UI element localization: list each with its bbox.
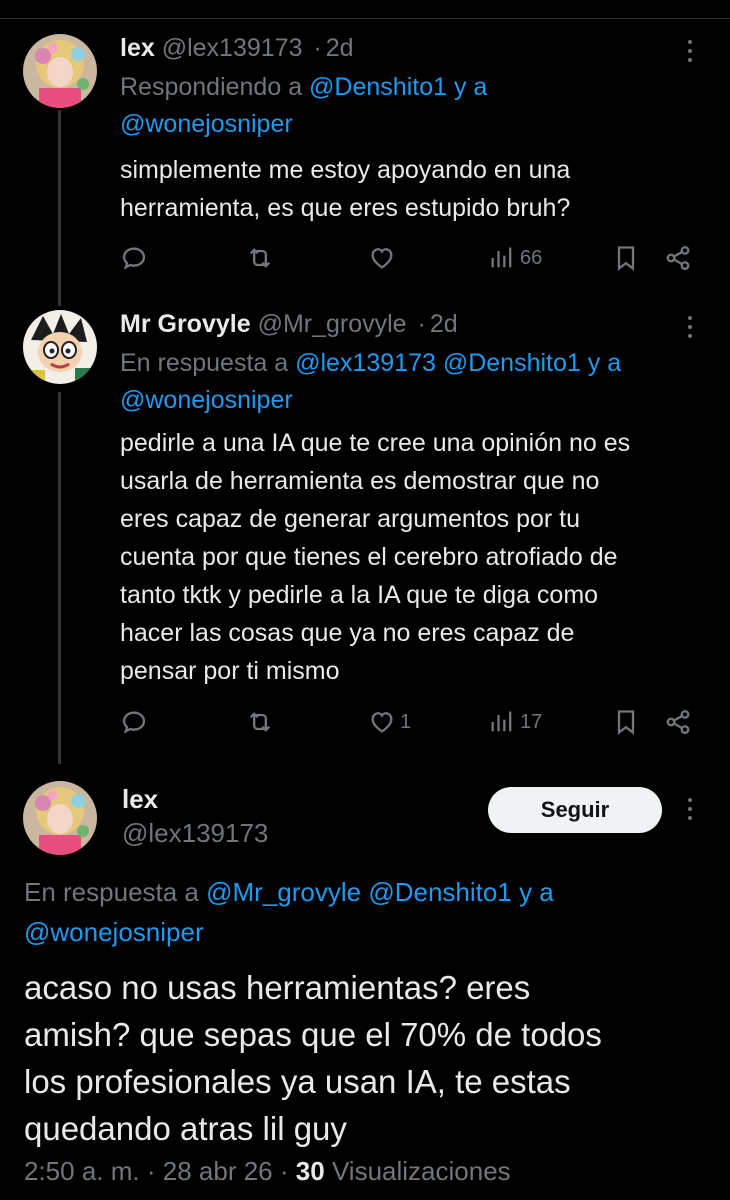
tweet-text: simplemente me estoy apoyando en una her…	[120, 151, 700, 227]
views-label[interactable]: Visualizaciones	[332, 1156, 511, 1186]
bookmark-icon	[617, 710, 635, 735]
reply-context: En respuesta a @lex139173 @Denshito1 y a…	[120, 345, 700, 419]
mention-link[interactable]: @Mr_grovyle	[206, 877, 361, 907]
tweet-text-line: los profesionales ya usan IA, te estas	[24, 1063, 571, 1100]
mention-link[interactable]: @wonejosniper	[120, 110, 293, 138]
more-icon[interactable]	[686, 798, 694, 824]
views-count: 66	[520, 246, 543, 269]
tweet-text-line: simplemente me estoy apoyando en una	[120, 156, 571, 184]
timestamp[interactable]: 2d	[430, 310, 458, 338]
repost-button[interactable]	[246, 244, 274, 272]
follow-button[interactable]: Seguir	[488, 787, 662, 833]
tweet-header: Mr Grovyle @Mr_grovyle · 2d	[120, 310, 458, 339]
reply-icon	[122, 247, 146, 270]
share-button[interactable]	[664, 244, 692, 272]
mention-joiner: y a	[453, 73, 488, 101]
author-name[interactable]: lex	[122, 784, 158, 815]
reply-prefix: En respuesta a	[24, 877, 199, 907]
author-name[interactable]: lex	[120, 34, 155, 62]
bookmark-button[interactable]	[612, 244, 640, 272]
reply-context: Respondiendo a @Denshito1 y a @wonejosni…	[120, 69, 680, 143]
bookmark-icon	[617, 246, 635, 271]
tweet-text-line: hacer las cosas que ya no eres capaz de	[120, 619, 575, 647]
tweet-text: pedirle a una IA que te cree una opinión…	[120, 424, 710, 690]
more-icon[interactable]	[686, 316, 694, 342]
views-total[interactable]: 30	[296, 1156, 325, 1186]
like-button[interactable]	[368, 244, 396, 272]
views-button[interactable]: 17	[488, 708, 542, 736]
thread-line	[58, 392, 61, 764]
separator: ·	[313, 34, 322, 62]
timestamp[interactable]: 2d	[326, 34, 354, 62]
reply-context: En respuesta a @Mr_grovyle @Denshito1 y …	[24, 872, 704, 952]
tweet-text-line: acaso no usas herramientas? eres	[24, 969, 531, 1006]
mention-joiner: y a	[519, 877, 554, 907]
tweet-header: lex @lex139173 · 2d	[120, 34, 354, 63]
repost-icon	[249, 712, 271, 732]
separator: ·	[417, 310, 426, 338]
mention-link[interactable]: @wonejosniper	[24, 917, 204, 947]
views-icon	[491, 711, 512, 732]
tweet-text-line: pensar por ti mismo	[120, 657, 340, 685]
likes-count: 1	[400, 710, 412, 733]
share-button[interactable]	[664, 708, 692, 736]
views-count: 17	[520, 710, 543, 733]
mention-link[interactable]: @Denshito1	[443, 349, 581, 377]
mention-link[interactable]: @wonejosniper	[120, 386, 293, 414]
more-icon[interactable]	[686, 40, 694, 66]
views-icon	[491, 247, 512, 268]
repost-icon	[249, 248, 271, 268]
views-button[interactable]: 66	[488, 244, 542, 272]
mention-link[interactable]: @lex139173	[295, 349, 436, 377]
mention-link[interactable]: @Denshito1	[368, 877, 511, 907]
mention-joiner: y a	[587, 349, 622, 377]
reply-prefix: Respondiendo a	[120, 73, 303, 101]
repost-button[interactable]	[246, 708, 274, 736]
thread-line	[58, 110, 61, 306]
tweet-text-line: eres capaz de generar argumentos por tu	[120, 505, 580, 533]
avatar[interactable]	[23, 34, 97, 108]
share-icon	[666, 709, 690, 735]
tweet-text-line: cuenta por que tienes el cerebro atrofia…	[120, 543, 618, 571]
tweet-text-line: tanto tktk y pedirle a la IA que te diga…	[120, 581, 599, 609]
tweet-meta: 2:50 a. m. · 28 abr 26 · 30 Visualizacio…	[24, 1156, 511, 1187]
like-icon	[371, 712, 393, 733]
tweet-text-line: pedirle a una IA que te cree una opinión…	[120, 429, 631, 457]
tweet-text-line: usarla de herramienta es demostrar que n…	[120, 467, 600, 495]
reply-prefix: En respuesta a	[120, 349, 289, 377]
bookmark-button[interactable]	[612, 708, 640, 736]
author-handle[interactable]: @lex139173	[162, 34, 303, 62]
avatar[interactable]	[23, 781, 97, 855]
tweet-text-line: amish? que sepas que el 70% de todos	[24, 1016, 602, 1053]
tweet-text-line: herramienta, es que eres estupido bruh?	[120, 194, 571, 222]
reply-button[interactable]	[120, 244, 148, 272]
post-date[interactable]: 28 abr 26	[163, 1156, 273, 1186]
reply-icon	[122, 711, 146, 734]
like-button[interactable]: 1	[368, 708, 411, 736]
author-handle[interactable]: @lex139173	[122, 818, 268, 849]
mention-link[interactable]: @Denshito1	[309, 73, 447, 101]
author-name[interactable]: Mr Grovyle	[120, 310, 251, 338]
author-handle[interactable]: @Mr_grovyle	[258, 310, 407, 338]
like-icon	[371, 248, 393, 269]
post-time[interactable]: 2:50 a. m.	[24, 1156, 140, 1186]
separator: ·	[146, 1156, 156, 1186]
share-icon	[666, 245, 690, 271]
avatar[interactable]	[23, 310, 97, 384]
top-edge	[0, 0, 730, 20]
reply-button[interactable]	[120, 708, 148, 736]
tweet-text-line: quedando atras lil guy	[24, 1110, 347, 1147]
tweet-text: acaso no usas herramientas? eres amish? …	[24, 964, 684, 1152]
separator: ·	[279, 1156, 289, 1186]
